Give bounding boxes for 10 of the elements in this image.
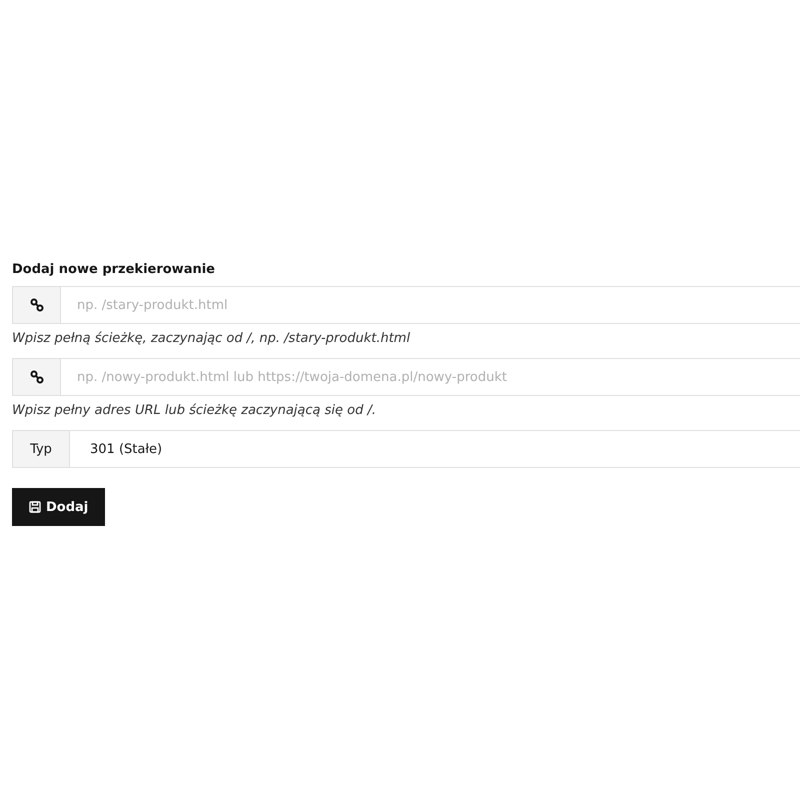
save-icon	[29, 501, 41, 513]
add-button[interactable]: Dodaj	[12, 488, 106, 526]
select-label: Typ	[30, 442, 52, 456]
select-value: 301 (Stałe)	[90, 442, 162, 456]
form-heading: Dodaj nowe przekierowanie	[12, 262, 216, 277]
help-text: Wpisz pełną ścieżkę, zaczynając od /, np. /stary-produkt.html	[12, 331, 412, 346]
type-select[interactable]: Typ 301 (Stałe)	[12, 430, 800, 468]
link-icon	[30, 298, 44, 312]
link-icon	[30, 370, 44, 384]
help-text: Wpisz pełny adres URL lub ścieżkę zaczynającą się od /.	[12, 403, 377, 418]
